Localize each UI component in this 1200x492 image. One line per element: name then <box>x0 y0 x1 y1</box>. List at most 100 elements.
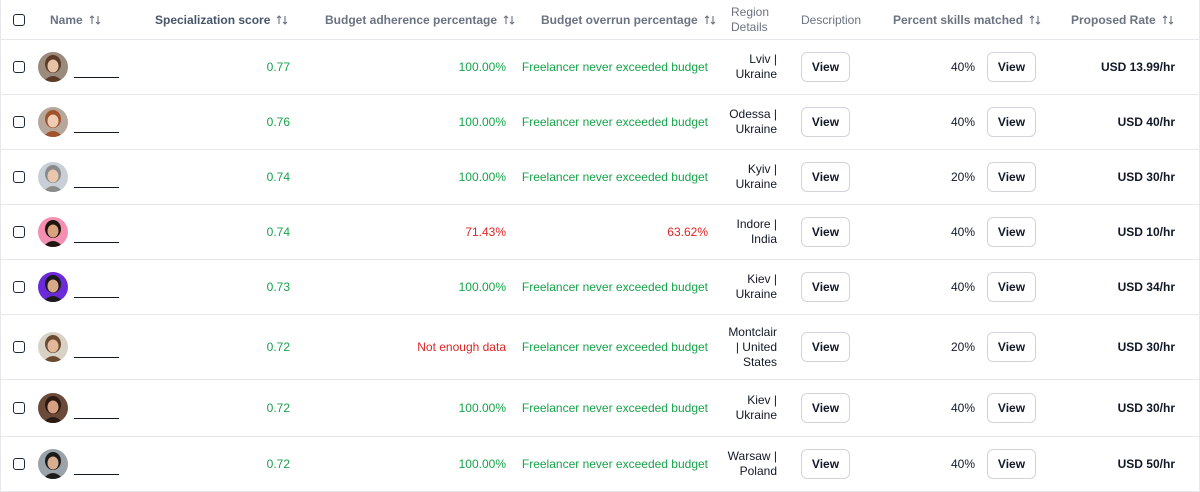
skills-view-button[interactable]: View <box>987 217 1036 247</box>
header-budget-adherence[interactable]: Budget adherence percentage <box>325 0 535 39</box>
sort-icon[interactable] <box>503 14 515 26</box>
sort-icon[interactable] <box>704 14 716 26</box>
description-view-button[interactable]: View <box>801 217 850 247</box>
freelancer-name-link[interactable] <box>74 67 119 78</box>
name-cell <box>38 150 138 204</box>
avatar[interactable] <box>38 449 68 479</box>
row-checkbox[interactable] <box>13 116 25 128</box>
skills-view-button[interactable]: View <box>987 393 1036 423</box>
skills-view-button[interactable]: View <box>987 449 1036 479</box>
budget-adherence-value: 100.00% <box>458 457 506 471</box>
sort-icon[interactable] <box>89 14 101 26</box>
description-cell: View <box>801 315 851 379</box>
avatar[interactable] <box>38 217 68 247</box>
row-checkbox[interactable] <box>13 281 25 293</box>
freelancer-name-link[interactable] <box>74 464 119 475</box>
name-cell <box>38 95 138 149</box>
skills-matched-value: 40% <box>950 280 975 294</box>
proposed-rate: USD 34/hr <box>1061 260 1175 314</box>
header-name[interactable]: Name <box>50 0 150 39</box>
header-select-cell <box>13 0 27 39</box>
avatar[interactable] <box>38 332 68 362</box>
avatar[interactable] <box>38 107 68 137</box>
specialization-score: 0.72 <box>155 380 290 436</box>
description-view-button[interactable]: View <box>801 393 850 423</box>
proposed-rate-value: USD 30/hr <box>1117 170 1175 184</box>
budget-overrun: Freelancer never exceeded budget <box>521 437 708 491</box>
skills-view-button[interactable]: View <box>987 107 1036 137</box>
header-skills-label: Percent skills matched <box>893 12 1024 27</box>
proposed-rate: USD 30/hr <box>1061 150 1175 204</box>
specialization-score-value: 0.72 <box>266 340 290 354</box>
region-details: Kyiv | Ukraine <box>717 150 777 204</box>
region-text: Lviv | Ukraine <box>736 52 777 82</box>
header-specialization[interactable]: Specialization score <box>155 0 315 39</box>
skills-view-button[interactable]: View <box>987 162 1036 192</box>
skills-matched: 40% <box>901 95 975 149</box>
region-text: Indore | India <box>737 217 777 247</box>
specialization-score-value: 0.74 <box>266 225 290 239</box>
description-view-button[interactable]: View <box>801 162 850 192</box>
header-budget-overrun-label: Budget overrun percentage <box>541 12 698 27</box>
sort-icon[interactable] <box>276 14 288 26</box>
skills-cell: View <box>987 150 1037 204</box>
header-specialization-label: Specialization score <box>155 12 271 27</box>
region-details: Lviv | Ukraine <box>717 40 777 94</box>
skills-matched-value: 20% <box>950 170 975 184</box>
freelancer-name-link[interactable] <box>74 408 119 419</box>
row-checkbox[interactable] <box>13 402 25 414</box>
skills-matched-value: 40% <box>950 401 975 415</box>
skills-view-button[interactable]: View <box>987 332 1036 362</box>
row-checkbox[interactable] <box>13 341 25 353</box>
name-cell <box>38 205 138 259</box>
skills-view-button[interactable]: View <box>987 52 1036 82</box>
region-line: Ukraine <box>735 177 777 191</box>
freelancer-name-link[interactable] <box>74 177 119 188</box>
description-view-button[interactable]: View <box>801 107 850 137</box>
skills-view-button[interactable]: View <box>987 272 1036 302</box>
budget-overrun-value: Freelancer never exceeded budget <box>521 340 708 354</box>
row-checkbox[interactable] <box>13 458 25 470</box>
region-line: Warsaw | <box>727 449 777 463</box>
row-checkbox[interactable] <box>13 226 25 238</box>
skills-cell: View <box>987 437 1037 491</box>
row-checkbox[interactable] <box>13 61 25 73</box>
header-rate[interactable]: Proposed Rate <box>1071 0 1181 39</box>
table-row: 0.72 100.00% Freelancer never exceeded b… <box>1 380 1199 437</box>
budget-overrun: Freelancer never exceeded budget <box>521 380 708 436</box>
avatar[interactable] <box>38 52 68 82</box>
select-cell <box>13 95 27 149</box>
sort-icon[interactable] <box>1029 14 1041 26</box>
region-details: Kiev | Ukraine <box>717 260 777 314</box>
freelancer-name-link[interactable] <box>74 122 119 133</box>
description-view-button[interactable]: View <box>801 449 850 479</box>
proposed-rate-value: USD 50/hr <box>1117 457 1175 471</box>
region-line: India <box>750 232 777 246</box>
avatar[interactable] <box>38 393 68 423</box>
specialization-score: 0.72 <box>155 437 290 491</box>
skills-cell: View <box>987 205 1037 259</box>
proposed-rate: USD 50/hr <box>1061 437 1175 491</box>
avatar[interactable] <box>38 272 68 302</box>
description-view-button[interactable]: View <box>801 52 850 82</box>
freelancer-name-link[interactable] <box>74 347 119 358</box>
row-checkbox[interactable] <box>13 171 25 183</box>
proposed-rate-value: USD 30/hr <box>1117 401 1175 415</box>
header-skills[interactable]: Percent skills matched <box>893 0 1043 39</box>
freelancer-name-link[interactable] <box>74 232 119 243</box>
sort-icon[interactable] <box>1162 14 1174 26</box>
header-budget-overrun[interactable]: Budget overrun percentage <box>541 0 721 39</box>
region-details: Montclair | United States <box>717 315 777 379</box>
description-view-button[interactable]: View <box>801 332 850 362</box>
budget-overrun-value: Freelancer never exceeded budget <box>521 60 708 74</box>
select-all-checkbox[interactable] <box>13 13 25 26</box>
description-view-button[interactable]: View <box>801 272 850 302</box>
region-line: Odessa | <box>729 107 777 121</box>
header-budget-adherence-label: Budget adherence percentage <box>325 12 498 27</box>
freelancer-name-link[interactable] <box>74 287 119 298</box>
budget-adherence: 100.00% <box>325 95 506 149</box>
budget-adherence: 100.00% <box>325 150 506 204</box>
region-line: | United <box>735 339 777 354</box>
avatar[interactable] <box>38 162 68 192</box>
skills-matched: 40% <box>901 260 975 314</box>
